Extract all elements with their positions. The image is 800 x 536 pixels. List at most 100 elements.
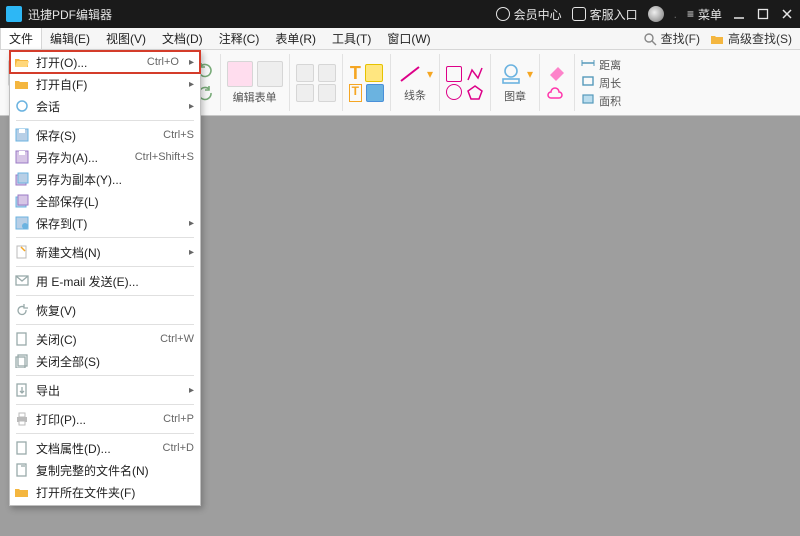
menu-separator xyxy=(16,404,194,405)
chevron-down-icon[interactable]: ▾ xyxy=(427,67,433,81)
menu-item-save-as-copy[interactable]: 另存为副本(Y)... xyxy=(10,168,200,190)
support-button[interactable]: 客服入口 xyxy=(572,6,638,23)
menu-item-new-doc[interactable]: 新建文档(N) ▸ xyxy=(10,241,200,263)
circle-button[interactable] xyxy=(446,84,462,100)
edit-forms-label: 编辑表单 xyxy=(233,89,277,105)
menu-item-open[interactable]: 打开(O)... Ctrl+O ▸ xyxy=(10,51,200,73)
ribbon-eraser-group xyxy=(540,54,575,111)
ribbon-measure-group: 距离 周长 面积 xyxy=(575,54,627,111)
menu-item-session-label: 会话 xyxy=(36,98,179,115)
menu-item-save-label: 保存(S) xyxy=(36,127,157,144)
menu-item-save-to[interactable]: 保存到(T) ▸ xyxy=(10,212,200,234)
menu-item-export[interactable]: 导出 ▸ xyxy=(10,379,200,401)
perimeter-icon xyxy=(581,75,595,87)
edit-content-button[interactable] xyxy=(227,61,253,87)
advanced-find-button[interactable]: 高级查找(S) xyxy=(710,30,792,47)
menu-item-save-as[interactable]: 另存为(A)... Ctrl+Shift+S xyxy=(10,146,200,168)
perimeter-button[interactable]: 周长 xyxy=(581,75,621,91)
menu-item-close-all-label: 关闭全部(S) xyxy=(36,353,194,370)
menu-item-revert[interactable]: 恢复(V) xyxy=(10,299,200,321)
rect-button[interactable] xyxy=(446,66,462,82)
new-doc-icon xyxy=(14,244,30,260)
menu-item-close-all[interactable]: 关闭全部(S) xyxy=(10,350,200,372)
link-button[interactable] xyxy=(318,84,336,102)
menu-item-save-as-label: 另存为(A)... xyxy=(36,149,129,166)
menu-item-close-label: 关闭(C) xyxy=(36,331,154,348)
close-window-button[interactable] xyxy=(780,7,794,21)
menu-item-doc-props[interactable]: 文档属性(D)... Ctrl+D xyxy=(10,437,200,459)
eraser-icon xyxy=(546,61,568,81)
menu-item-save[interactable]: 保存(S) Ctrl+S xyxy=(10,124,200,146)
menu-document-label: 文档(D) xyxy=(162,30,203,47)
app-logo xyxy=(6,6,22,22)
menu-view[interactable]: 视图(V) xyxy=(98,28,154,49)
minimize-icon xyxy=(733,8,745,20)
save-all-icon xyxy=(14,193,30,209)
menu-item-save-all[interactable]: 全部保存(L) xyxy=(10,190,200,212)
menu-item-close[interactable]: 关闭(C) Ctrl+W xyxy=(10,328,200,350)
support-label: 客服入口 xyxy=(590,6,638,23)
select-button[interactable] xyxy=(296,64,314,82)
maximize-button[interactable] xyxy=(756,7,770,21)
menu-item-send-email[interactable]: 用 E-mail 发送(E)... xyxy=(10,270,200,292)
cloud-button[interactable] xyxy=(546,86,568,105)
menu-item-open-from[interactable]: 打开自(F) ▸ xyxy=(10,73,200,95)
hand-button[interactable] xyxy=(318,64,336,82)
menu-item-export-label: 导出 xyxy=(36,382,179,399)
titlebar-actions: 会员中心 客服入口 . ≡ 菜单 xyxy=(496,6,794,23)
menu-edit[interactable]: 编辑(E) xyxy=(42,28,98,49)
save-icon xyxy=(14,127,30,143)
menu-tool[interactable]: 工具(T) xyxy=(324,28,379,49)
search-icon xyxy=(643,32,657,46)
submenu-arrow-icon: ▸ xyxy=(189,101,194,112)
folder-search-icon xyxy=(710,32,724,46)
menu-separator xyxy=(16,266,194,267)
menu-document[interactable]: 文档(D) xyxy=(154,28,211,49)
close-icon xyxy=(781,8,793,20)
stamp-icon[interactable] xyxy=(497,62,525,86)
menu-comment[interactable]: 注释(C) xyxy=(211,28,268,49)
export-icon xyxy=(14,382,30,398)
find-button[interactable]: 查找(F) xyxy=(643,30,700,47)
menu-separator xyxy=(16,375,194,376)
menu-file[interactable]: 文件 xyxy=(0,28,42,49)
menu-item-print[interactable]: 打印(P)... Ctrl+P xyxy=(10,408,200,430)
menu-item-send-email-label: 用 E-mail 发送(E)... xyxy=(36,273,194,290)
chat-icon xyxy=(572,7,586,21)
polyline-button[interactable] xyxy=(466,66,484,82)
minimize-button[interactable] xyxy=(732,7,746,21)
main-menu-button[interactable]: ≡ 菜单 xyxy=(687,6,722,23)
member-center-button[interactable]: 会员中心 xyxy=(496,6,562,23)
menu-item-close-shortcut: Ctrl+W xyxy=(160,333,194,345)
textbox-button[interactable]: T xyxy=(349,84,362,102)
menu-form[interactable]: 表单(R) xyxy=(267,28,324,49)
chevron-down-icon[interactable]: ▾ xyxy=(527,67,533,81)
menu-edit-label: 编辑(E) xyxy=(50,30,90,47)
menu-item-session[interactable]: 会话 ▸ xyxy=(10,95,200,117)
menu-comment-label: 注释(C) xyxy=(219,30,260,47)
folder-icon xyxy=(14,76,30,92)
menu-item-open-folder[interactable]: 打开所在文件夹(F) xyxy=(10,481,200,503)
menu-item-copy-filename[interactable]: 复制完整的文件名(N) xyxy=(10,459,200,481)
save-to-icon xyxy=(14,215,30,231)
marquee-button[interactable] xyxy=(296,84,314,102)
audio-button[interactable] xyxy=(366,84,384,102)
menubar: 文件 编辑(E) 视图(V) 文档(D) 注释(C) 表单(R) 工具(T) 窗… xyxy=(0,28,800,50)
pencil-icon[interactable] xyxy=(397,63,425,85)
eraser-button[interactable] xyxy=(546,61,568,84)
highlight-button[interactable] xyxy=(365,64,383,82)
avatar[interactable] xyxy=(648,6,664,22)
titlebar: 迅捷PDF编辑器 会员中心 客服入口 . ≡ 菜单 xyxy=(0,0,800,28)
area-button[interactable]: 面积 xyxy=(581,93,621,109)
menu-item-save-all-label: 全部保存(L) xyxy=(36,193,194,210)
cloud-icon xyxy=(546,86,568,102)
text-button[interactable]: T xyxy=(350,64,361,82)
find-label: 查找(F) xyxy=(661,30,700,47)
polygon-button[interactable] xyxy=(466,84,484,100)
hamburger-icon: ≡ xyxy=(687,8,694,20)
menu-item-save-to-label: 保存到(T) xyxy=(36,215,179,232)
menu-window[interactable]: 窗口(W) xyxy=(379,28,438,49)
distance-button[interactable]: 距离 xyxy=(581,57,621,73)
edit-forms-button[interactable] xyxy=(257,61,283,87)
menu-item-save-shortcut: Ctrl+S xyxy=(163,129,194,141)
